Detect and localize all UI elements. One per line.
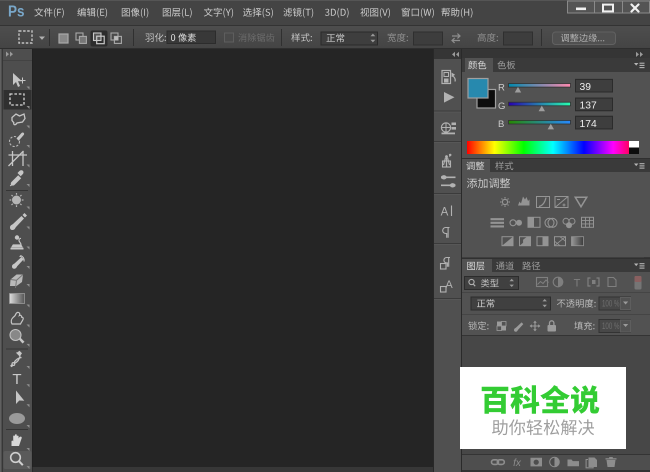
svg-text:G: G [498,101,505,112]
svg-text:T: T [574,278,581,290]
svg-text:R: R [498,82,505,93]
svg-text:fx: fx [513,458,522,469]
svg-text:137: 137 [580,101,597,112]
svg-text:A: A [441,207,449,219]
svg-text:Ps: Ps [8,4,25,21]
svg-text:174: 174 [580,119,597,130]
svg-text:B: B [498,119,504,130]
svg-text:39: 39 [580,82,592,93]
svg-text:100 %: 100 % [602,299,620,309]
svg-text:100 %: 100 % [602,321,620,331]
svg-text:T: T [12,371,21,388]
